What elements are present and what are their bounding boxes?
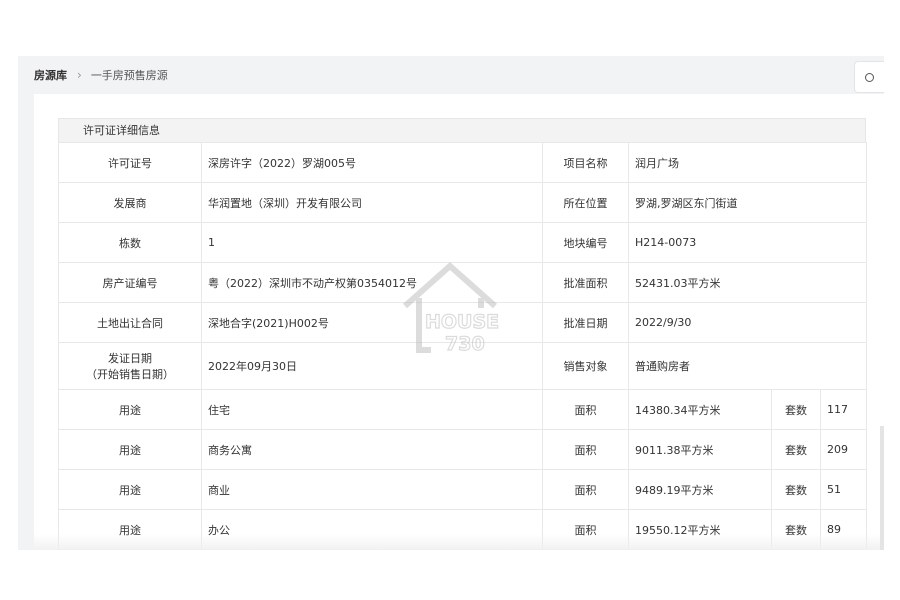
section-title: 许可证详细信息 (58, 118, 866, 142)
permit-number-value: 深房许字（2022）罗湖005号 (201, 142, 543, 183)
approval-date-label: 批准日期 (542, 302, 629, 343)
land-contract-value: 深地合字(2021)H002号 (201, 302, 543, 343)
permit-detail-table: 许可证号 深房许字（2022）罗湖005号 项目名称 润月广场 发展商 华润置地… (58, 142, 867, 550)
permit-number-label: 许可证号 (58, 142, 202, 183)
sales-target-value: 普通购房者 (628, 342, 867, 390)
project-name-value: 润月广场 (628, 142, 867, 183)
usage-units-label: 套数 (771, 429, 821, 470)
circle-icon (865, 72, 874, 82)
land-contract-label: 土地出让合同 (58, 302, 202, 343)
table-row: 土地出让合同 深地合字(2021)H002号 批准日期 2022/9/30 (58, 302, 867, 343)
breadcrumb-root-link[interactable]: 房源库 (34, 67, 67, 83)
breadcrumb: 房源库 › 一手房预售房源 (18, 56, 884, 94)
issue-date-label: 发证日期 （开始销售日期） (58, 342, 202, 390)
usage-area-value: 9011.38平方米 (628, 429, 772, 470)
building-count-label: 栋数 (58, 222, 202, 263)
usage-units-label: 套数 (771, 389, 821, 430)
side-float-tab[interactable] (854, 61, 884, 93)
table-row: 房产证编号 粤（2022）深圳市不动产权第0354012号 批准面积 52431… (58, 262, 867, 303)
usage-row: 用途 住宅 面积 14380.34平方米 套数 117 (58, 389, 867, 430)
issue-date-label-main: 发证日期 (108, 352, 152, 365)
app-window: 房源库 › 一手房预售房源 许可证详细信息 许可证号 深房许字（2022）罗湖0… (18, 56, 884, 550)
building-count-value: 1 (201, 222, 543, 263)
table-row: 许可证号 深房许字（2022）罗湖005号 项目名称 润月广场 (58, 142, 867, 183)
scrollbar[interactable] (880, 426, 884, 550)
usage-label: 用途 (58, 389, 202, 430)
usage-type-value: 住宅 (201, 389, 543, 430)
usage-row: 用途 商务公寓 面积 9011.38平方米 套数 209 (58, 429, 867, 470)
developer-label: 发展商 (58, 182, 202, 223)
issue-date-value: 2022年09月30日 (201, 342, 543, 390)
content-panel: 许可证详细信息 许可证号 深房许字（2022）罗湖005号 项目名称 润月广场 … (34, 94, 884, 550)
plot-number-label: 地块编号 (542, 222, 629, 263)
property-cert-label: 房产证编号 (58, 262, 202, 303)
usage-label: 用途 (58, 429, 202, 470)
sales-target-label: 销售对象 (542, 342, 629, 390)
usage-label: 用途 (58, 469, 202, 510)
location-label: 所在位置 (542, 182, 629, 223)
approval-date-value: 2022/9/30 (628, 302, 867, 343)
usage-units-value: 51 (820, 469, 867, 510)
usage-units-label: 套数 (771, 469, 821, 510)
usage-area-value: 14380.34平方米 (628, 389, 772, 430)
location-value: 罗湖,罗湖区东门街道 (628, 182, 867, 223)
usage-area-label: 面积 (542, 429, 629, 470)
issue-date-label-sub: （开始销售日期） (86, 368, 174, 381)
table-row: 发展商 华润置地（深圳）开发有限公司 所在位置 罗湖,罗湖区东门街道 (58, 182, 867, 223)
breadcrumb-current: 一手房预售房源 (90, 69, 168, 82)
chevron-right-icon: › (77, 68, 82, 82)
permit-detail-table-wrap: 许可证详细信息 许可证号 深房许字（2022）罗湖005号 项目名称 润月广场 … (58, 118, 867, 550)
approved-area-value: 52431.03平方米 (628, 262, 867, 303)
property-cert-value: 粤（2022）深圳市不动产权第0354012号 (201, 262, 543, 303)
usage-type-value: 商业 (201, 469, 543, 510)
usage-units-value: 117 (820, 389, 867, 430)
approved-area-label: 批准面积 (542, 262, 629, 303)
usage-type-value: 商务公寓 (201, 429, 543, 470)
usage-area-value: 9489.19平方米 (628, 469, 772, 510)
usage-area-label: 面积 (542, 469, 629, 510)
developer-value: 华润置地（深圳）开发有限公司 (201, 182, 543, 223)
usage-units-value: 209 (820, 429, 867, 470)
table-row: 发证日期 （开始销售日期） 2022年09月30日 销售对象 普通购房者 (58, 342, 867, 390)
table-row: 栋数 1 地块编号 H214-0073 (58, 222, 867, 263)
usage-area-label: 面积 (542, 389, 629, 430)
usage-row: 用途 商业 面积 9489.19平方米 套数 51 (58, 469, 867, 510)
project-name-label: 项目名称 (542, 142, 629, 183)
bottom-fade (34, 534, 884, 550)
plot-number-value: H214-0073 (628, 222, 867, 263)
